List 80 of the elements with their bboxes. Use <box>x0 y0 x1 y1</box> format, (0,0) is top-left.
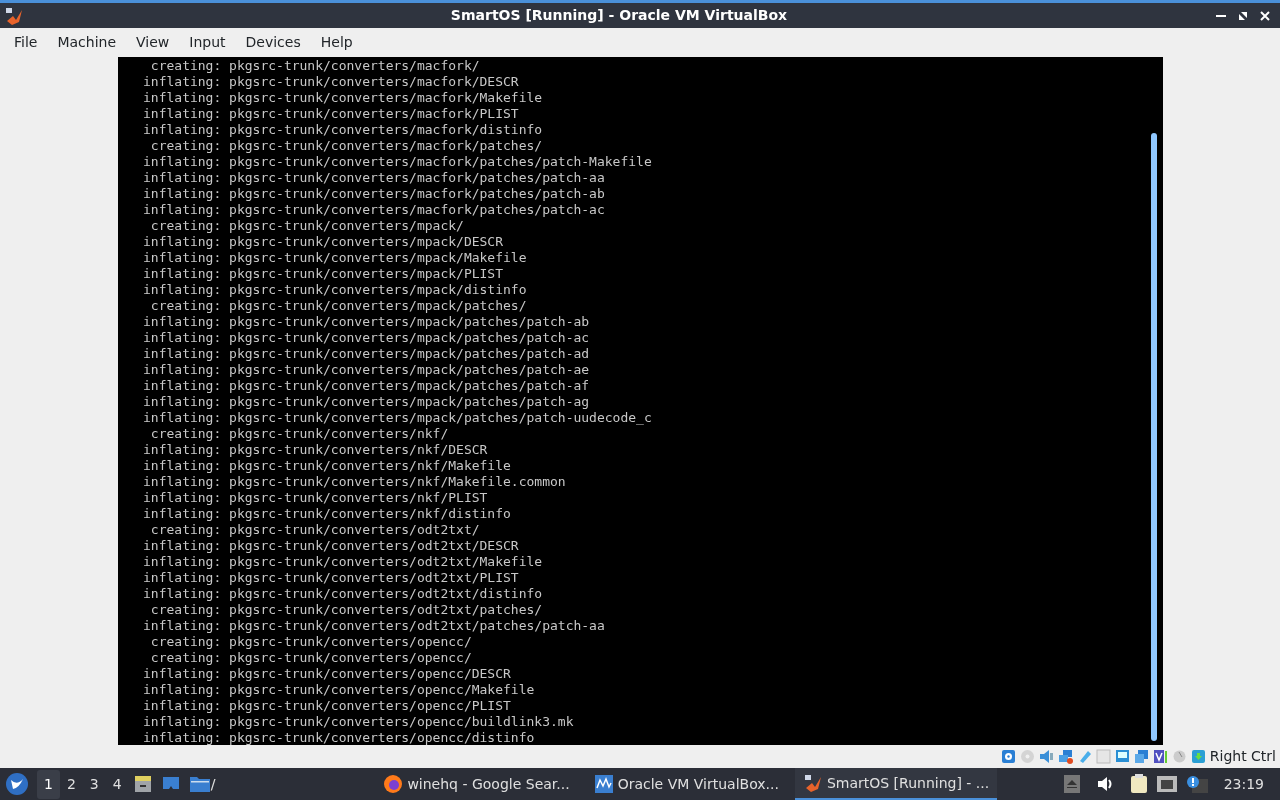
workspace-button[interactable]: 1 <box>37 769 60 799</box>
waveform-window-icon <box>593 774 614 794</box>
terminal-line: creating: pkgsrc-trunk/converters/mpack/ <box>149 218 465 234</box>
terminal-line: inflating: pkgsrc-trunk/converters/mpack/DESCR <box>142 234 505 250</box>
terminal-line: inflating: pkgsrc-trunk/converters/mpack/patches/patch-ac <box>142 330 591 346</box>
keyboard-capture-icon[interactable] <box>1190 749 1206 764</box>
terminal-line: inflating: pkgsrc-trunk/converters/odt2txt/Makefile <box>142 554 544 570</box>
taskbar-button[interactable]: SmartOS [Running] - ... <box>794 768 998 800</box>
terminal-line: inflating: pkgsrc-trunk/converters/mpack/patches/patch-uudecode_c <box>142 410 653 426</box>
terminal-line: inflating: pkgsrc-trunk/converters/opencc/PLIST <box>142 698 512 714</box>
eject-icon[interactable] <box>1063 775 1080 793</box>
volume-icon[interactable] <box>1095 775 1114 793</box>
notification-icon[interactable] <box>1185 775 1208 793</box>
menu-item[interactable]: Devices <box>235 32 311 53</box>
menu-item[interactable]: Input <box>179 32 236 53</box>
terminal-line: inflating: pkgsrc-trunk/converters/nkf/Makefile.common <box>142 474 567 490</box>
terminal-line: inflating: pkgsrc-trunk/converters/opencc/DESCR <box>142 666 512 682</box>
terminal-line: inflating: pkgsrc-trunk/converters/odt2txt/distinfo <box>142 586 544 602</box>
terminal-line: creating: pkgsrc-trunk/converters/macfork/ <box>149 58 481 74</box>
terminal-line: inflating: pkgsrc-trunk/converters/opencc/Makefile <box>142 682 536 698</box>
terminal-line: inflating: pkgsrc-trunk/converters/mpack/patches/patch-af <box>142 378 591 394</box>
speaker-icon[interactable] <box>1038 749 1054 764</box>
terminal-line: creating: pkgsrc-trunk/converters/odt2txt/patches/ <box>149 602 544 618</box>
app-logo-icon <box>802 773 823 793</box>
terminal-line: inflating: pkgsrc-trunk/converters/mpack/patches/patch-ag <box>142 394 591 410</box>
folder-icon[interactable] <box>188 774 211 794</box>
menu-item[interactable]: Help <box>310 32 363 53</box>
terminal-line: inflating: pkgsrc-trunk/converters/nkf/Makefile <box>142 458 512 474</box>
terminal-line: inflating: pkgsrc-trunk/converters/macfork/DESCR <box>142 74 520 90</box>
terminal-line: creating: pkgsrc-trunk/converters/opencc/ <box>149 650 473 666</box>
taskbar-button[interactable]: Oracle VM VirtualBox... <box>585 768 787 800</box>
terminal-line: inflating: pkgsrc-trunk/converters/opencc/buildlink3.mk <box>142 714 575 730</box>
workspace-button[interactable]: 3 <box>82 769 106 799</box>
terminal-line: creating: pkgsrc-trunk/converters/macfork/patches/ <box>149 138 544 154</box>
close-button[interactable] <box>1258 8 1272 23</box>
terminal-line: inflating: pkgsrc-trunk/converters/macfork/Makefile <box>142 90 544 106</box>
capture-icon[interactable] <box>1133 749 1149 764</box>
clipboard-icon[interactable] <box>1129 774 1148 794</box>
file-cabinet-icon[interactable] <box>132 774 153 794</box>
terminal-line: inflating: pkgsrc-trunk/converters/macfork/distinfo <box>142 122 544 138</box>
terminal-line: inflating: pkgsrc-trunk/converters/nkf/distinfo <box>142 506 512 522</box>
terminal-line: inflating: pkgsrc-trunk/converters/odt2txt/PLIST <box>142 570 520 586</box>
terminal-line: inflating: pkgsrc-trunk/converters/macfork/patches/patch-ac <box>142 202 606 218</box>
wired-network-icon[interactable] <box>1155 775 1178 793</box>
terminal-line: inflating: pkgsrc-trunk/converters/nkf/DESCR <box>142 442 489 458</box>
terminal-line: creating: pkgsrc-trunk/converters/mpack/patches/ <box>149 298 528 314</box>
workspace-button[interactable]: 4 <box>105 769 129 799</box>
terminal-line: inflating: pkgsrc-trunk/converters/macfork/patches/patch-Makefile <box>142 154 653 170</box>
terminal-line: inflating: pkgsrc-trunk/converters/mpack/patches/patch-ad <box>142 346 591 362</box>
terminal-line: creating: pkgsrc-trunk/converters/nkf/ <box>149 426 450 442</box>
terminal-line: creating: pkgsrc-trunk/converters/opencc/ <box>149 634 473 650</box>
terminal-line: inflating: pkgsrc-trunk/converters/mpack/Makefile <box>142 250 528 266</box>
terminal-line: inflating: pkgsrc-trunk/converters/mpack/patches/patch-ab <box>142 314 591 330</box>
terminal-line: inflating: pkgsrc-trunk/converters/mpack/distinfo <box>142 282 528 298</box>
start-menu-icon[interactable] <box>5 772 29 796</box>
virtualization-icon[interactable] <box>1152 749 1168 764</box>
window-title: SmartOS [Running] - Oracle VM VirtualBox <box>449 6 789 25</box>
taskbar-button[interactable]: winehq - Google Sear... <box>375 768 578 800</box>
host-key-label: Right Ctrl <box>1209 747 1276 766</box>
clock[interactable]: 23:19 <box>1223 773 1264 795</box>
terminal-line: inflating: pkgsrc-trunk/converters/opencc/distinfo <box>142 730 536 746</box>
terminal-line: inflating: pkgsrc-trunk/converters/macfork/patches/patch-ab <box>142 186 606 202</box>
scrollbar[interactable] <box>1151 133 1157 741</box>
network-icon[interactable] <box>1057 749 1073 764</box>
terminal-line: inflating: pkgsrc-trunk/converters/odt2txt/patches/patch-aa <box>142 618 606 634</box>
menu-item[interactable]: Machine <box>47 32 127 53</box>
terminal-line: inflating: pkgsrc-trunk/converters/macfork/patches/patch-aa <box>142 170 606 186</box>
terminal-line: inflating: pkgsrc-trunk/converters/odt2txt/DESCR <box>142 538 520 554</box>
terminal-line: inflating: pkgsrc-trunk/converters/macfork/PLIST <box>142 106 520 122</box>
terminal-line: inflating: pkgsrc-trunk/converters/mpack/patches/patch-ae <box>142 362 591 378</box>
terminal-line: inflating: pkgsrc-trunk/converters/mpack/PLIST <box>142 266 505 282</box>
app-logo-icon <box>4 5 24 26</box>
browser-icon <box>383 774 404 794</box>
terminal-line: inflating: pkgsrc-trunk/converters/nkf/PLIST <box>142 490 489 506</box>
menu-item[interactable]: File <box>4 32 48 53</box>
folder-path[interactable]: / <box>210 773 216 795</box>
menu-item[interactable]: View <box>126 32 180 53</box>
workspace-button[interactable]: 2 <box>59 769 83 799</box>
terminal-line: creating: pkgsrc-trunk/converters/odt2txt/ <box>149 522 481 538</box>
display-icon[interactable] <box>1114 749 1130 764</box>
